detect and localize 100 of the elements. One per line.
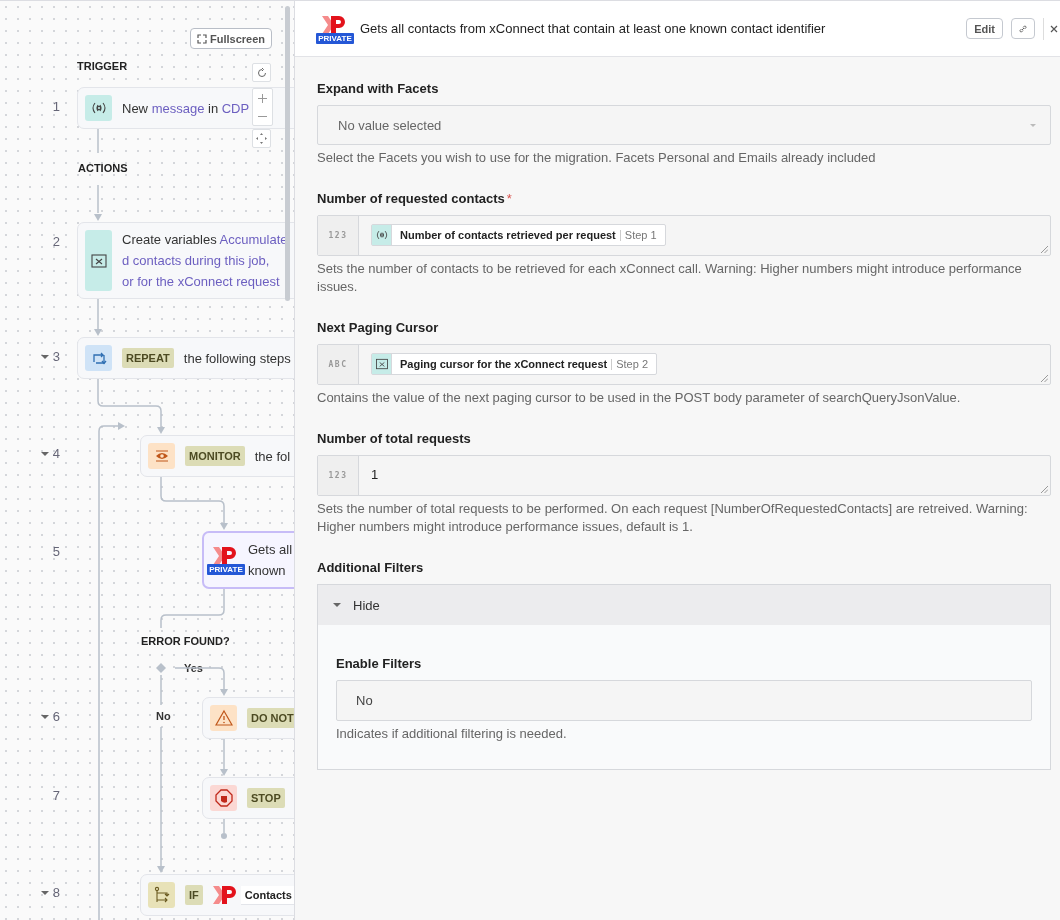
step-text: New message in CDP [122,99,250,118]
connector-arrow [94,298,102,336]
step-number: 8 [52,885,60,900]
step-node[interactable]: MONITOR the fol [140,435,294,477]
branch-icon [148,882,175,908]
edit-button[interactable]: Edit [966,18,1003,39]
variable-chip[interactable]: Paging cursor for the xConnect request Step 2 [371,353,657,375]
expand-caret-icon[interactable] [40,451,49,456]
dropdown-caret-icon [1030,123,1036,127]
step-number: 5 [52,544,60,559]
reset-zoom-button[interactable] [252,63,271,82]
hide-toggle[interactable]: Hide [318,585,1050,625]
branch-label: No [154,709,173,723]
step-node[interactable]: Create variables Accumulate d contacts during this job, or for the xConnect request [77,222,294,299]
connector-arrow [160,476,228,530]
section-label: ACTIONS [78,162,128,174]
step-node[interactable]: PRIVATE Gets all known [202,531,294,589]
link-button[interactable] [1011,18,1035,39]
field-label: Number of requested contacts [317,191,505,206]
step-number: 1 [52,99,60,114]
app-logo [213,545,239,567]
step-text: the fol [254,447,291,466]
step-node[interactable]: IF Contacts [140,874,294,916]
step-tag: MONITOR [185,446,245,466]
stop-hand-icon [210,785,237,811]
help-text: Indicates if additional filtering is needed. [336,725,568,743]
help-text: Select the Facets you wish to use for the migration. Facets Personal and Emails already included [317,149,877,167]
private-badge: PRIVATE [207,564,245,575]
panel-title: Gets all contacts from xConnect that contain at least one known contact identifier [360,21,827,36]
connector-line [160,674,162,706]
app-logo [322,13,348,36]
connector-line [97,128,99,154]
fit-view-button[interactable] [252,129,271,148]
chip-step: Step 2 [611,358,656,370]
type-prefix: ABC [318,345,359,384]
field-label: Additional Filters [317,560,424,575]
expand-caret-icon[interactable] [40,890,49,895]
step-tag: DO NOT [247,708,294,728]
resize-grip-icon [1040,245,1048,253]
link-icon [1018,23,1028,34]
step-tag: STOP [247,788,285,808]
variable-icon [85,230,112,291]
decision-diamond [156,663,166,673]
step-number: 3 [52,349,60,364]
variable-icon [372,354,392,374]
variable-chip[interactable]: Number of contacts retrieved per request Step 1 [371,224,666,246]
scrollbar[interactable] [285,6,290,301]
step-node[interactable]: REPEAT the following steps [77,337,294,379]
app-logo [212,884,239,906]
fullscreen-icon [197,33,207,44]
connector-arrow [220,738,228,776]
required-mark: * [506,191,512,206]
field-label: Expand with Facets [317,81,439,96]
expand-caret-icon[interactable] [40,714,49,719]
step-tag: REPEAT [122,348,174,368]
chip-label: Paging cursor for the xConnect request [399,358,609,370]
private-badge: PRIVATE [316,32,354,44]
help-text: Sets the number of contacts to be retrieved for each xConnect call. Warning: Higher numbers might introduce performance issues. [317,260,1023,296]
field-label: Next Paging Cursor [317,320,439,335]
connector-arrow [94,184,102,221]
warning-icon [210,705,237,731]
step-text: the following steps [183,349,291,368]
section-label: ERROR FOUND? [141,635,230,647]
step-number: 6 [52,709,60,724]
step-text: Gets all known [248,541,293,580]
help-text: Sets the number of total requests to be performed. On each request [NumberOfRequestedContacts] are retreived. Warning: Higher numbers might introduce performance issues, default is 1. [317,500,1029,536]
chip-label: Number of contacts retrieved per request [399,229,617,241]
number-input[interactable]: 123 1 [317,455,1051,496]
expression-input[interactable]: ABC Paging cursor for the xConnect request Step 2 [317,344,1051,385]
expression-input[interactable]: 123 Number of contacts retrieved per request Step 1 [317,215,1051,256]
field-label: Enable Filters [336,656,422,671]
broadcast-icon [372,225,392,245]
enable-filters-select[interactable]: No [336,680,1032,721]
refresh-icon [256,67,267,78]
contacts-chip: Contacts [240,885,294,905]
plus-icon [258,93,267,103]
resize-grip-icon [1040,485,1048,493]
step-tag: IF [185,885,203,905]
broadcast-icon [85,95,112,121]
facets-dropdown[interactable]: No value selected [317,105,1051,145]
help-text: Contains the value of the next paging cursor to be used in the POST body parameter of searchQueryJsonValue. [317,389,962,407]
step-number: 7 [52,788,60,803]
connector-line [160,588,225,629]
connector-arrow [97,378,165,434]
type-prefix: 123 [318,456,359,495]
step-node[interactable]: STOP [202,777,294,819]
step-node[interactable]: DO NOT [202,697,294,739]
chip-step: Step 1 [619,229,665,241]
connector-arrow [221,818,227,839]
step-text: Create variables Accumulate d contacts during this job, or for the xConnect request [122,231,288,291]
fullscreen-button[interactable]: Fullscreen [190,28,273,49]
field-value: 1 [371,466,379,482]
eye-icon [148,443,175,469]
field-label: Number of total requests [317,431,471,446]
resize-grip-icon [1040,374,1048,382]
section-label: TRIGGER [77,60,128,72]
expand-caret-icon[interactable] [40,354,49,359]
loop-icon [85,345,112,371]
step-number: 2 [52,234,60,249]
step-number: 4 [52,446,60,461]
